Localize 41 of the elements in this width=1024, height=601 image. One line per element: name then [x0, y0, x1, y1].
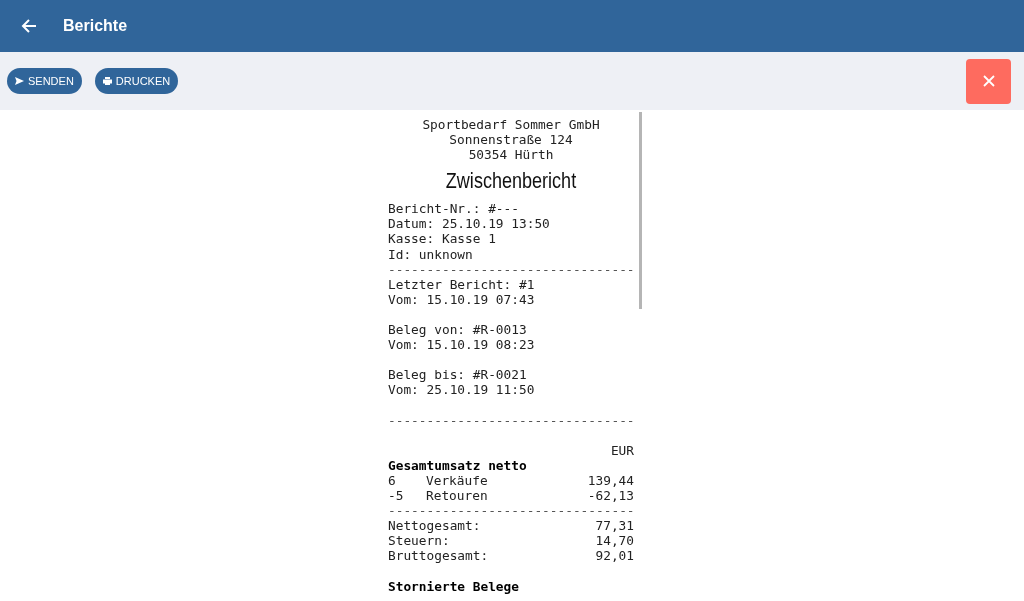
receipt-line: Letzter Bericht: #1 — [388, 276, 536, 292]
item-label: Retouren — [426, 488, 489, 504]
receipt-line: Datum: 25.10.19 13:50 — [388, 216, 551, 232]
item-amount: 139,44 — [587, 472, 634, 489]
total-label: Bruttogesamt: — [388, 548, 489, 564]
send-icon — [15, 77, 24, 85]
receipt-section-heading: Gesamtumsatz netto — [388, 457, 528, 473]
receipt-line: Beleg bis: #R-0021 — [388, 367, 528, 383]
receipt-divider: -------------------------------- — [388, 412, 634, 428]
receipt-line: Beleg von: #R-0013 — [388, 322, 528, 338]
receipt-line: Vom: 15.10.19 07:43 — [388, 291, 536, 307]
item-quantity: 6 — [388, 472, 397, 489]
close-icon — [982, 75, 995, 87]
currency-label: EUR — [609, 442, 634, 458]
receipt-header-line: Sonnenstraße 124 — [448, 132, 574, 148]
receipt-header-line: 50354 Hürth — [467, 147, 555, 163]
scrollbar[interactable] — [639, 112, 642, 309]
close-button[interactable] — [966, 58, 1011, 104]
item-quantity: -5 — [388, 488, 405, 504]
receipt-divider: -------------------------------- — [388, 261, 634, 277]
send-button[interactable]: SENDEN — [7, 68, 82, 94]
receipt-section-heading: Stornierte Belege — [388, 578, 520, 594]
back-arrow-icon[interactable] — [21, 18, 37, 34]
receipt-divider: -------------------------------- — [388, 503, 634, 519]
receipt-line: Vom: 25.10.19 11:50 — [388, 382, 536, 398]
page-title: Berichte — [63, 16, 128, 36]
print-button[interactable]: DRUCKEN — [94, 68, 179, 94]
total-amount: 77,31 — [595, 518, 634, 534]
receipt-title: Zwischenbericht — [444, 168, 578, 195]
total-amount: 14,70 — [595, 533, 634, 549]
receipt-line: Kasse: Kasse 1 — [388, 231, 497, 247]
receipt-header-line: Sportbedarf Sommer GmbH — [421, 117, 601, 133]
printer-icon — [102, 77, 112, 85]
receipt-line: Vom: 15.10.19 08:23 — [388, 337, 536, 353]
total-label: Nettogesamt: — [388, 518, 481, 534]
receipt-line: Id: unknown — [388, 246, 474, 262]
total-label: Steuern: — [388, 533, 450, 549]
total-amount: 92,01 — [595, 548, 634, 564]
item-label: Verkäufe — [426, 472, 489, 489]
item-amount: -62,13 — [587, 488, 634, 504]
receipt-line: Bericht-Nr.: #--- — [388, 201, 520, 217]
